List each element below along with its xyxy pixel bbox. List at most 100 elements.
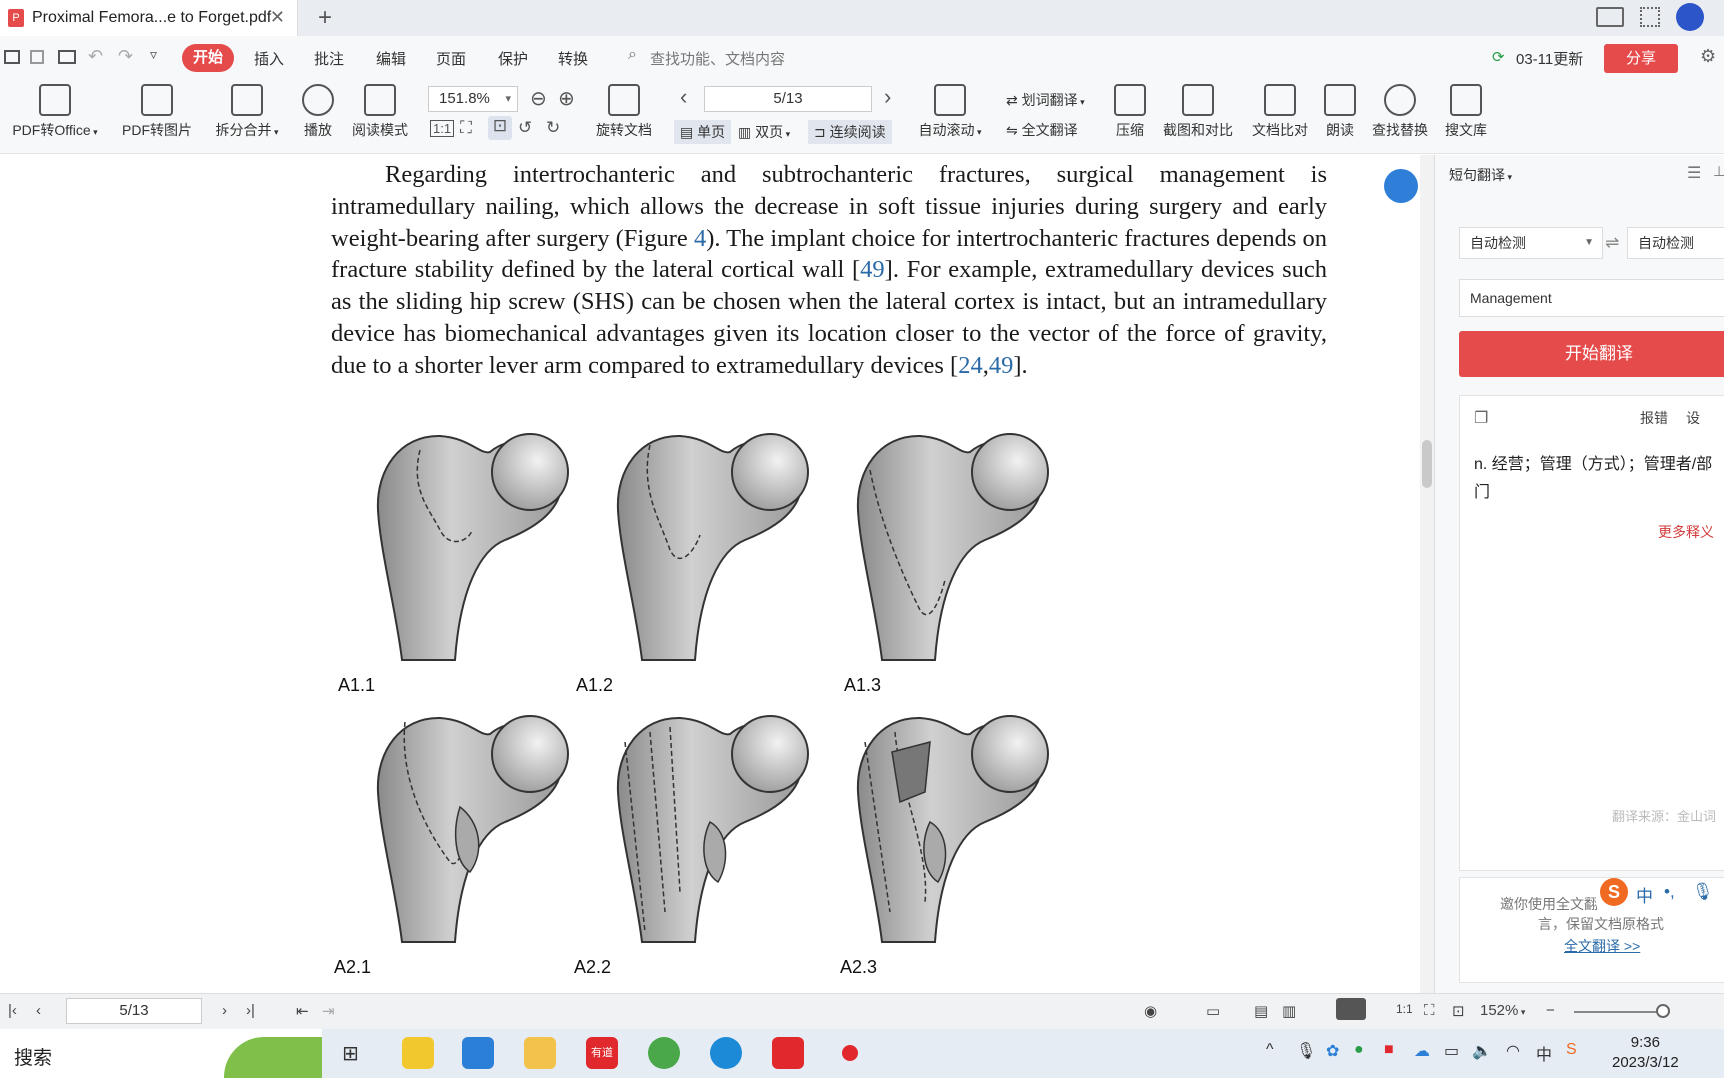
ime-lang[interactable]: 中 — [1636, 882, 1653, 907]
ime-punctuation-icon[interactable]: •, — [1664, 882, 1675, 902]
wifi-icon[interactable]: ◠ — [1506, 1041, 1520, 1061]
settings-icon[interactable]: ⚙ — [1700, 46, 1716, 67]
more-definitions-link[interactable]: 更多释义 — [1658, 522, 1714, 542]
ime-toolbar[interactable]: S 中 •, 🎙 — [1596, 878, 1724, 908]
last-page-icon[interactable]: ›| — [246, 1002, 255, 1019]
play-status-icon[interactable] — [1336, 998, 1366, 1020]
layout-icon[interactable] — [1596, 7, 1624, 27]
double-page-button[interactable]: ▥ 双页 ▾ — [738, 122, 790, 142]
play-button[interactable]: 播放 — [298, 84, 338, 140]
floating-translate-icon[interactable] — [1384, 169, 1418, 203]
taskbar-search[interactable]: 搜索 — [0, 1029, 322, 1078]
menu-edit[interactable]: 编辑 — [376, 48, 406, 69]
fit-width-icon[interactable]: ⊡ — [488, 116, 512, 140]
next-page-status-icon[interactable]: › — [222, 1002, 227, 1019]
pdf-to-image-button[interactable]: PDF转图片 — [118, 84, 196, 140]
settings-button[interactable]: 设 — [1686, 408, 1700, 428]
screenshot-compare-button[interactable]: 截图和对比 — [1156, 84, 1240, 140]
wps-icon[interactable] — [772, 1037, 804, 1069]
edge-icon[interactable] — [710, 1037, 742, 1069]
print-icon[interactable] — [58, 50, 76, 64]
rotate-right-icon[interactable]: ↻ — [546, 118, 560, 138]
document-viewport[interactable]: Regarding intertrochanteric and subtroch… — [0, 155, 1420, 993]
undo-icon[interactable]: ↶ — [88, 46, 103, 67]
sogou-ime-icon[interactable]: S — [1600, 878, 1628, 906]
menu-protect[interactable]: 保护 — [498, 48, 528, 69]
zoom-select[interactable]: 151.8% ▾ — [428, 86, 518, 112]
zoom-slider-thumb[interactable] — [1656, 1004, 1670, 1018]
page-number-input[interactable]: 5/13 — [704, 86, 872, 112]
feature-search-input[interactable]: 查找功能、文档内容 — [650, 48, 785, 69]
rotate-left-icon[interactable]: ↺ — [518, 118, 532, 138]
continuous-read-button[interactable]: ⊐ 连续阅读 — [808, 120, 892, 144]
recorder-icon[interactable] — [834, 1037, 866, 1069]
target-language-select[interactable]: 自动检测 — [1627, 227, 1724, 259]
mail-icon[interactable] — [462, 1037, 494, 1069]
read-mode-button[interactable]: 阅读模式 — [348, 84, 412, 140]
word-translate-button[interactable]: ⇄ 划词翻译 ▾ — [1006, 90, 1085, 110]
figure-link[interactable]: 4 — [694, 225, 706, 252]
file-explorer-icon[interactable] — [524, 1037, 556, 1069]
forward-icon[interactable]: ⇥ — [322, 1002, 335, 1020]
eye-protect-icon[interactable]: ◉ — [1144, 1002, 1157, 1020]
sogou-tray-icon[interactable]: S — [1566, 1041, 1577, 1059]
split-merge-button[interactable]: 拆分合并 ▾ — [210, 84, 284, 140]
chrome-icon[interactable] — [648, 1037, 680, 1069]
double-page-status-icon[interactable]: ▥ — [1282, 1002, 1296, 1020]
zoom-out-status-icon[interactable]: − — [1546, 1002, 1555, 1019]
doc-compare-button[interactable]: 文档比对 — [1248, 84, 1312, 140]
new-tab-button[interactable]: + — [318, 4, 332, 32]
menu-start[interactable]: 开始 — [182, 44, 234, 72]
ime-tray-icon[interactable]: 中 — [1536, 1041, 1552, 1065]
citation-link[interactable]: 24 — [958, 352, 983, 379]
dropdown-icon[interactable]: ▿ — [150, 46, 157, 63]
scroll-thumb[interactable] — [1422, 440, 1432, 488]
source-language-select[interactable]: 自动检测 ▼ — [1459, 227, 1603, 259]
redo-icon[interactable]: ↷ — [118, 46, 133, 67]
sticky-notes-icon[interactable] — [402, 1037, 434, 1069]
menu-insert[interactable]: 插入 — [254, 48, 284, 69]
save-icon[interactable] — [30, 50, 44, 64]
rotate-doc-button[interactable]: 旋转文档 — [592, 84, 656, 140]
citation-link[interactable]: 49 — [989, 352, 1014, 379]
continuous-status-icon[interactable]: ▭ — [1206, 1002, 1220, 1020]
update-button[interactable]: 03-11更新 — [1516, 48, 1583, 69]
find-replace-button[interactable]: 查找替换 — [1368, 84, 1432, 140]
panel-title[interactable]: 短句翻译 ▾ — [1449, 165, 1512, 185]
tray-app-icon[interactable]: ✿ — [1326, 1041, 1339, 1061]
fit-width-status-icon[interactable]: ⊡ — [1452, 1002, 1465, 1020]
zoom-in-icon[interactable]: ⊕ — [558, 86, 575, 111]
task-view-icon[interactable]: ⊞ — [342, 1041, 359, 1066]
full-translate-link[interactable]: 全文翻译 >> — [1564, 936, 1640, 956]
start-translate-button[interactable]: 开始翻译 — [1459, 331, 1724, 377]
pin-icon[interactable]: ⊥ — [1713, 163, 1724, 180]
library-button[interactable]: 搜文库 — [1440, 84, 1492, 140]
battery-icon[interactable]: ▭ — [1444, 1041, 1459, 1061]
swap-language-icon[interactable]: ⇌ — [1605, 233, 1619, 253]
fit-page-status-icon[interactable]: ⛶ — [1424, 1002, 1435, 1019]
share-button[interactable]: 分享 — [1604, 44, 1678, 73]
fit-page-icon[interactable]: ⛶ — [460, 118, 472, 138]
pdf-to-office-button[interactable]: PDF转Office ▾ — [6, 84, 104, 140]
auto-scroll-button[interactable]: 自动滚动 ▾ — [914, 84, 986, 140]
ime-mic-icon[interactable]: 🎙 — [1692, 882, 1714, 902]
menu-page[interactable]: 页面 — [436, 48, 466, 69]
prev-page-status-icon[interactable]: ‹ — [36, 1002, 41, 1019]
menu-convert[interactable]: 转换 — [558, 48, 588, 69]
status-page-input[interactable]: 5/13 — [66, 998, 202, 1024]
actual-size-status-icon[interactable]: 1:1 — [1396, 1002, 1413, 1016]
open-icon[interactable] — [4, 50, 20, 64]
back-icon[interactable]: ⇤ — [296, 1002, 309, 1020]
apps-grid-icon[interactable] — [1640, 7, 1660, 27]
system-clock[interactable]: 9:36 2023/3/12 — [1612, 1033, 1679, 1073]
mic-tray-icon[interactable]: 🎙 — [1296, 1041, 1316, 1061]
youdao-icon[interactable]: 有道 — [586, 1037, 618, 1069]
onedrive-icon[interactable]: ☁ — [1414, 1041, 1430, 1061]
close-tab-icon[interactable]: ✕ — [270, 7, 285, 28]
single-page-button[interactable]: ▤ 单页 — [674, 120, 732, 144]
single-page-status-icon[interactable]: ▤ — [1254, 1002, 1268, 1020]
compress-button[interactable]: 压缩 — [1110, 84, 1150, 140]
prev-page-icon[interactable]: ‹ — [680, 84, 687, 110]
read-aloud-button[interactable]: 朗读 — [1320, 84, 1360, 140]
actual-size-icon[interactable]: 1:1 — [430, 120, 455, 137]
